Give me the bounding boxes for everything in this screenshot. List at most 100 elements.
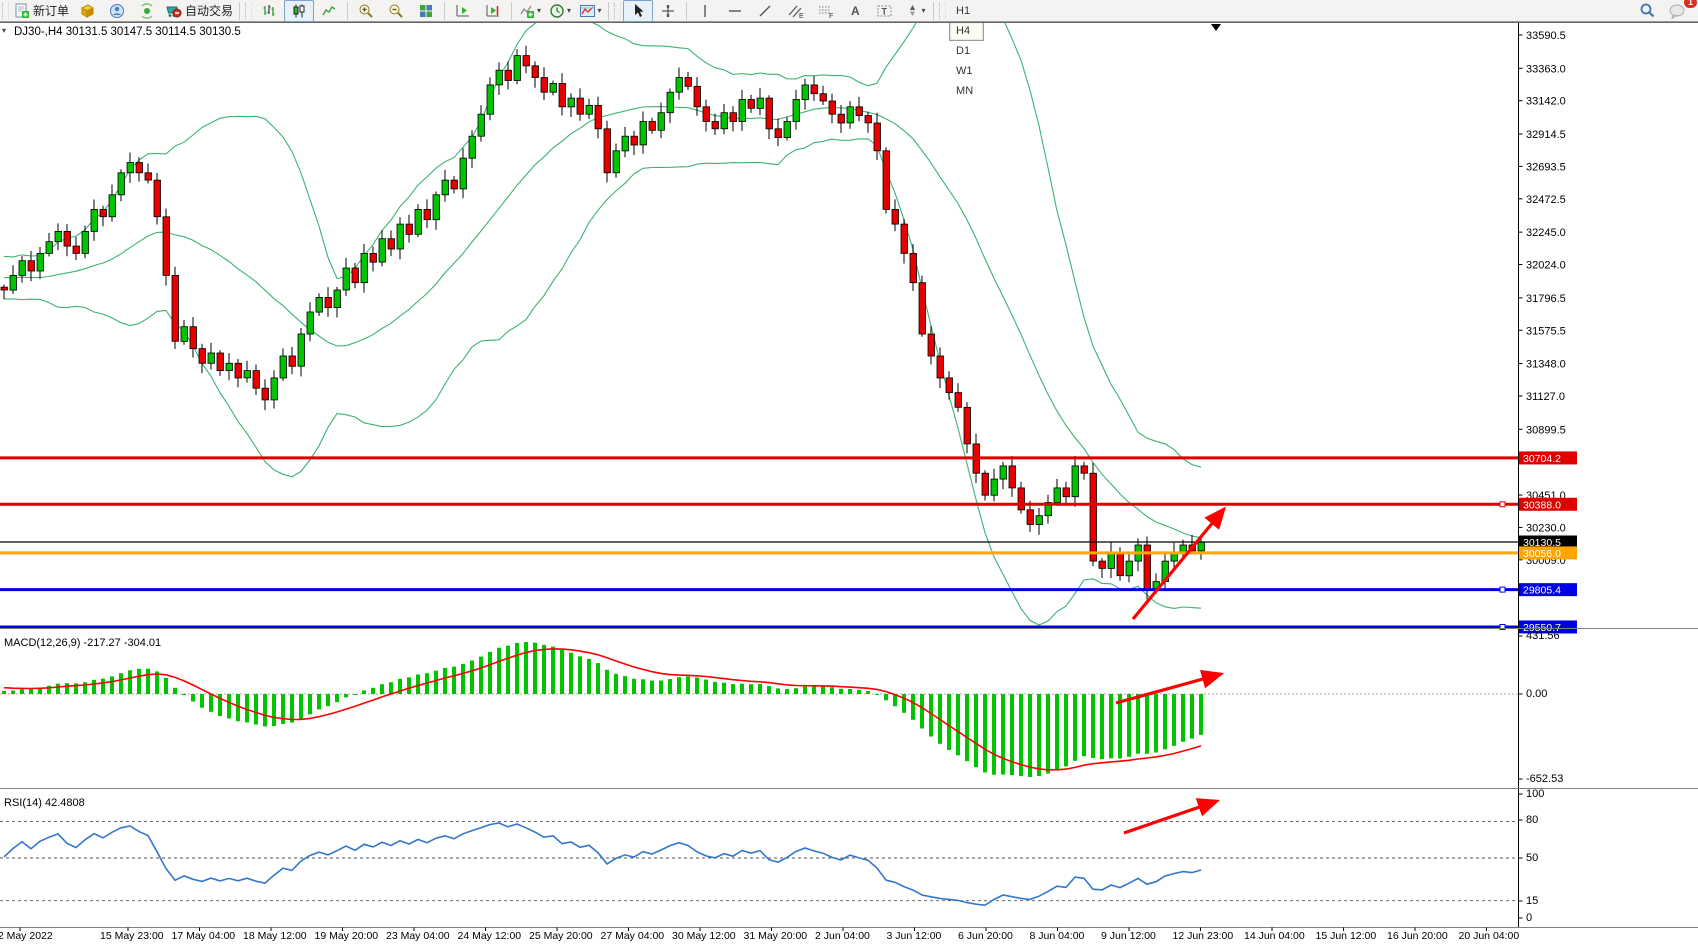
svg-text:33590.5: 33590.5 (1526, 30, 1566, 42)
toolbar-separator (608, 2, 609, 20)
new-order-button[interactable]: 新订单 (11, 0, 72, 22)
toolbar-right-group: 1 (1632, 0, 1692, 22)
cursor-button[interactable] (623, 0, 653, 22)
candlestick-series (1, 46, 1205, 599)
trend-arrow-macd[interactable] (1116, 674, 1221, 703)
text-label-button[interactable]: T (870, 0, 900, 22)
chart-shift-icon (485, 3, 501, 19)
line-chart-button[interactable] (314, 0, 344, 22)
timeframe-button-H1[interactable]: H1 (949, 1, 984, 21)
svg-text:50: 50 (1526, 852, 1538, 864)
toolbar-grip (2, 3, 9, 19)
market-watch-icon (79, 3, 95, 19)
svg-text:32693.5: 32693.5 (1526, 161, 1566, 173)
svg-text:15 May 23:00: 15 May 23:00 (100, 930, 164, 942)
svg-text:12 May 2022: 12 May 2022 (0, 930, 53, 942)
svg-text:31796.5: 31796.5 (1526, 293, 1566, 305)
crosshair-icon (660, 3, 676, 19)
svg-text:18 May 12:00: 18 May 12:00 (243, 930, 307, 942)
bar-chart-icon (261, 3, 277, 19)
arrows-button[interactable]: ▾ (900, 0, 930, 22)
indicators-button[interactable]: ▾ (515, 0, 545, 22)
svg-text:25 May 20:00: 25 May 20:00 (529, 930, 593, 942)
dropdown-arrow-icon: ▾ (598, 6, 602, 15)
toolbar-grip (614, 3, 621, 19)
svg-text:31 May 20:00: 31 May 20:00 (744, 930, 808, 942)
svg-text:32024.0: 32024.0 (1526, 260, 1566, 272)
svg-text:19 May 20:00: 19 May 20:00 (315, 930, 379, 942)
zoom-in-icon (358, 3, 374, 19)
dropdown-arrow-icon: ▾ (922, 6, 926, 15)
chart-title: DJ30-,H4 30131.5 30147.5 30114.5 30130.5 (14, 26, 241, 38)
toolbar-separator (444, 2, 445, 20)
symbol-dropdown-icon[interactable]: ▾ (2, 26, 6, 35)
clock-icon (549, 3, 565, 19)
rsi-label: RSI(14) 42.4808 (4, 797, 85, 809)
toolbar-separator (511, 2, 512, 20)
tile-windows-button[interactable] (411, 0, 441, 22)
level-handle[interactable] (1500, 587, 1505, 592)
time-axis[interactable]: 12 May 202215 May 23:0017 May 04:0018 Ma… (0, 928, 1519, 943)
search-button[interactable] (1632, 0, 1662, 22)
svg-text:20 Jun 04:00: 20 Jun 04:00 (1459, 930, 1520, 942)
dropdown-arrow-icon: ▾ (567, 6, 571, 15)
svg-text:33363.0: 33363.0 (1526, 63, 1566, 75)
zoom-in-button[interactable] (351, 0, 381, 22)
trading-terminal-window: { "toolbar": { "new_order_label": "新订单",… (0, 0, 1698, 944)
horizontal-line-button[interactable] (720, 0, 750, 22)
chart-area[interactable]: 33590.533363.033142.032914.532693.532472… (0, 22, 1698, 944)
svg-text:31348.0: 31348.0 (1526, 359, 1566, 371)
trend-arrow-rsi[interactable] (1124, 801, 1217, 833)
svg-text:30899.5: 30899.5 (1526, 424, 1566, 436)
svg-text:31575.5: 31575.5 (1526, 325, 1566, 337)
templates-button[interactable]: ▾ (575, 0, 605, 22)
fibonacci-icon: F (817, 3, 834, 19)
new-order-icon (14, 3, 30, 19)
text-label-icon: T (876, 3, 894, 19)
svg-text:80: 80 (1526, 814, 1538, 826)
dropdown-arrow-icon: ▾ (537, 6, 541, 15)
equidistant-channel-button[interactable]: E (780, 0, 810, 22)
chat-bubble-icon (1668, 3, 1686, 19)
chart-canvas[interactable]: 33590.533363.033142.032914.532693.532472… (0, 22, 1698, 944)
fibonacci-button[interactable]: F (810, 0, 840, 22)
svg-text:T: T (882, 6, 888, 16)
svg-text:30 May 12:00: 30 May 12:00 (672, 930, 736, 942)
toolbar-separator (933, 2, 934, 20)
notifications-button[interactable]: 1 (1662, 0, 1692, 22)
data-window-button[interactable] (102, 0, 132, 22)
svg-text:30704.2: 30704.2 (1523, 453, 1561, 465)
macd-label: MACD(12,26,9) -217.27 -304.01 (4, 637, 161, 649)
search-icon (1639, 2, 1656, 19)
trendline-button[interactable] (750, 0, 780, 22)
zoom-out-button[interactable] (381, 0, 411, 22)
svg-text:0: 0 (1526, 912, 1532, 924)
bar-chart-button[interactable] (254, 0, 284, 22)
timeframe-clock-button[interactable]: ▾ (545, 0, 575, 22)
auto-trading-button[interactable]: 自动交易 (162, 0, 236, 22)
svg-text:8 Jun 04:00: 8 Jun 04:00 (1030, 930, 1085, 942)
template-icon (579, 3, 596, 19)
svg-text:27 May 04:00: 27 May 04:00 (601, 930, 665, 942)
svg-text:30388.0: 30388.0 (1523, 499, 1561, 511)
svg-text:100: 100 (1526, 788, 1544, 800)
level-handle[interactable] (1500, 502, 1505, 507)
candlestick-chart-button[interactable] (284, 0, 314, 22)
price-axis[interactable]: 33590.533363.033142.032914.532693.532472… (0, 22, 1698, 927)
svg-text:32472.5: 32472.5 (1526, 194, 1566, 206)
text-button[interactable]: A (840, 0, 870, 22)
vertical-line-icon (698, 3, 712, 19)
chart-shift-button[interactable] (478, 0, 508, 22)
notification-badge: 1 (1684, 0, 1697, 8)
svg-text:14 Jun 04:00: 14 Jun 04:00 (1244, 930, 1305, 942)
navigator-button[interactable] (132, 0, 162, 22)
crosshair-button[interactable] (653, 0, 683, 22)
svg-text:32245.0: 32245.0 (1526, 227, 1566, 239)
auto-scroll-button[interactable] (448, 0, 478, 22)
svg-text:A: A (851, 4, 860, 18)
svg-text:0.00: 0.00 (1526, 688, 1547, 700)
vertical-line-button[interactable] (690, 0, 720, 22)
text-icon: A (848, 3, 862, 19)
market-watch-button[interactable] (72, 0, 102, 22)
chart-shift-marker[interactable] (1211, 24, 1221, 31)
